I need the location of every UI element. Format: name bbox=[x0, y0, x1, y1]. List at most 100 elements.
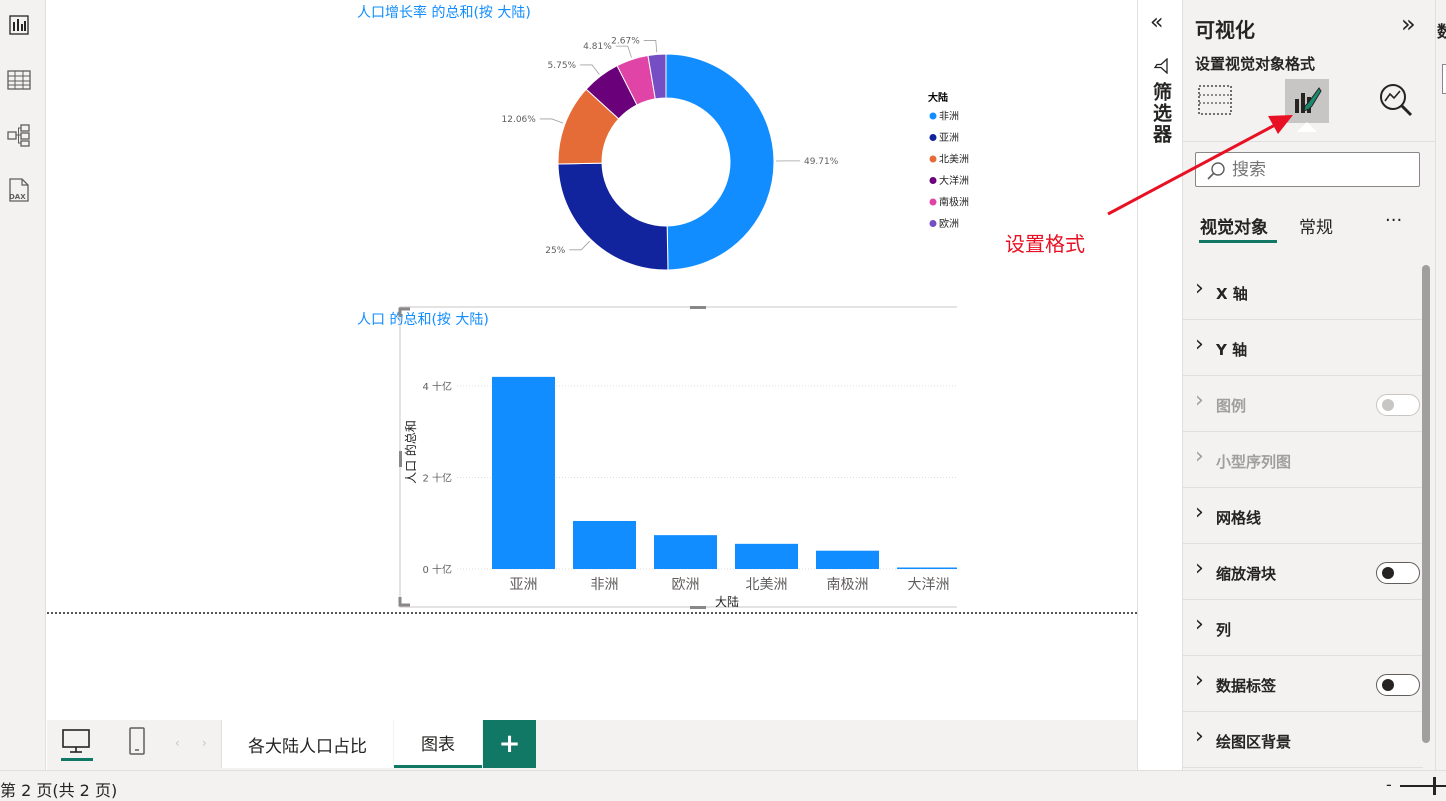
slice-leader-line bbox=[643, 40, 658, 53]
chevron-right-icon: › bbox=[1195, 276, 1204, 301]
page-tab-population-share[interactable]: 各大陆人口占比 bbox=[222, 720, 393, 768]
tab-visual[interactable]: 视觉对象 bbox=[1200, 213, 1268, 238]
add-page-button[interactable]: + bbox=[483, 720, 536, 768]
filter-pane-label[interactable]: 筛选器 bbox=[1148, 82, 1175, 145]
legend-marker bbox=[929, 177, 937, 184]
format-section-label: X 轴 bbox=[1216, 285, 1248, 303]
bar[interactable] bbox=[897, 567, 957, 570]
donut-chart-title: 人口增长率 的总和(按 大陆) bbox=[357, 5, 531, 21]
resize-handle[interactable] bbox=[398, 307, 410, 317]
x-category-label: 北美洲 bbox=[746, 577, 788, 593]
layout-active-indicator bbox=[61, 758, 93, 761]
chevron-right-icon: › bbox=[1195, 500, 1204, 525]
bar[interactable] bbox=[735, 543, 798, 569]
analytics-button[interactable] bbox=[1376, 80, 1416, 120]
toggle-knob bbox=[1382, 567, 1394, 579]
format-section-label: 绘图区背景 bbox=[1216, 733, 1292, 751]
section-toggle[interactable] bbox=[1376, 394, 1420, 416]
expand-pane-icon[interactable]: » bbox=[1401, 12, 1416, 36]
format-section[interactable]: › Y 轴 bbox=[1183, 320, 1423, 376]
bar[interactable] bbox=[573, 520, 636, 569]
desktop-layout-button[interactable] bbox=[61, 728, 93, 762]
format-section[interactable]: › 缩放滑块 bbox=[1183, 544, 1423, 600]
bar[interactable] bbox=[816, 550, 879, 569]
zoom-slider-thumb[interactable] bbox=[1433, 777, 1436, 795]
bar-chart[interactable]: 0 十亿 2 十亿 4 十亿亚洲 非洲 欧洲 北美洲 南极洲 大洋洲大陆 人口 的总和 bbox=[347, 300, 957, 610]
mobile-layout-button[interactable] bbox=[128, 727, 146, 759]
format-section[interactable]: › 数据标签 bbox=[1183, 656, 1423, 712]
page-tabs-bar: ‹ › 各大陆人口占比 图表 + bbox=[47, 720, 1137, 770]
format-visual-button[interactable] bbox=[1285, 79, 1329, 123]
data-pane-label[interactable]: 数 bbox=[1437, 18, 1446, 42]
pane-divider bbox=[1183, 141, 1435, 142]
report-view-icon[interactable] bbox=[6, 12, 32, 38]
section-toggle[interactable] bbox=[1376, 674, 1420, 696]
legend-item[interactable]: 大洋洲 bbox=[939, 174, 969, 187]
chevron-right-icon: › bbox=[1195, 668, 1204, 693]
toggle-knob bbox=[1382, 399, 1394, 411]
format-section-label: 网格线 bbox=[1216, 509, 1262, 527]
format-section-label: 数据标签 bbox=[1216, 677, 1277, 695]
format-section-label: Y 轴 bbox=[1216, 341, 1248, 359]
pane-scrollbar[interactable] bbox=[1422, 265, 1430, 743]
active-tab-underline bbox=[1199, 240, 1277, 243]
format-section[interactable]: › 小型序列图 bbox=[1183, 432, 1423, 488]
format-section[interactable]: › 图例 bbox=[1183, 376, 1423, 432]
format-section[interactable]: › X 轴 bbox=[1183, 264, 1423, 320]
table-view-icon[interactable] bbox=[6, 67, 32, 93]
format-section-label: 列 bbox=[1216, 621, 1232, 639]
bar[interactable] bbox=[492, 376, 555, 569]
filter-pane-collapsed[interactable]: « 筛选器 bbox=[1137, 0, 1183, 770]
resize-handle[interactable] bbox=[398, 597, 410, 607]
slice-data-label: 4.81% bbox=[583, 42, 612, 52]
bar[interactable] bbox=[654, 535, 717, 569]
search-input[interactable] bbox=[1232, 159, 1412, 181]
report-canvas: 人口增长率 的总和(按 大陆) 49.71% 25% 12.06% 5.75% 4.81… bbox=[47, 0, 1137, 720]
build-visual-button[interactable] bbox=[1195, 80, 1235, 120]
more-options-button[interactable]: ··· bbox=[1385, 210, 1402, 231]
slice-data-label: 12.06% bbox=[502, 115, 537, 125]
donut-slice[interactable] bbox=[557, 162, 669, 271]
legend-item[interactable]: 北美洲 bbox=[939, 153, 969, 166]
legend-item[interactable]: 亚洲 bbox=[939, 132, 959, 144]
chevron-right-icon: › bbox=[1195, 612, 1204, 637]
format-sections-list: › X 轴 › Y 轴 › 图例 › 小型序列图 › 网格线 › 缩放滑块 › 列 › 数据标签 › 绘图区背景 bbox=[1183, 264, 1423, 768]
next-page-icon[interactable]: › bbox=[202, 736, 207, 750]
resize-handle[interactable] bbox=[690, 606, 706, 609]
legend-item[interactable]: 南极洲 bbox=[939, 196, 969, 209]
zoom-slider[interactable] bbox=[1400, 785, 1446, 787]
section-toggle[interactable] bbox=[1376, 562, 1420, 584]
page-tab-charts[interactable]: 图表 bbox=[394, 720, 482, 768]
pane-title: 可视化 bbox=[1195, 18, 1255, 42]
x-category-label: 非洲 bbox=[591, 577, 619, 593]
resize-handle[interactable] bbox=[690, 306, 706, 309]
dax-query-icon[interactable]: DAX bbox=[6, 177, 32, 203]
format-section-label: 缩放滑块 bbox=[1216, 565, 1277, 583]
status-bar: 第 2 页(共 2 页) - bbox=[0, 770, 1446, 801]
legend-item[interactable]: 非洲 bbox=[939, 111, 959, 123]
slice-data-label: 49.71% bbox=[804, 157, 839, 167]
resize-handle[interactable] bbox=[399, 451, 402, 467]
x-category-label: 亚洲 bbox=[510, 577, 538, 593]
model-view-icon[interactable] bbox=[6, 122, 32, 148]
prev-page-icon[interactable]: ‹ bbox=[175, 736, 180, 750]
collapse-filter-icon[interactable]: « bbox=[1150, 12, 1163, 34]
chevron-right-icon: › bbox=[1195, 724, 1204, 749]
chevron-right-icon: › bbox=[1195, 388, 1204, 413]
y-tick-label: 4 十亿 bbox=[422, 380, 452, 393]
search-box[interactable] bbox=[1195, 152, 1420, 187]
format-section[interactable]: › 网格线 bbox=[1183, 488, 1423, 544]
format-section[interactable]: › 列 bbox=[1183, 600, 1423, 656]
tab-general[interactable]: 常规 bbox=[1299, 213, 1333, 238]
legend-marker bbox=[929, 198, 937, 206]
legend-marker bbox=[929, 112, 937, 120]
y-tick-label: 2 十亿 bbox=[422, 472, 452, 485]
legend-title: 大陆 bbox=[928, 91, 948, 104]
data-pane-collapsed[interactable]: 数 bbox=[1435, 0, 1446, 770]
x-axis-title: 大陆 bbox=[715, 594, 739, 609]
legend-item[interactable]: 欧洲 bbox=[939, 218, 959, 230]
format-section[interactable]: › 绘图区背景 bbox=[1183, 712, 1423, 768]
donut-chart[interactable]: 49.71% 25% 12.06% 5.75% 4.81%2.67% 大陆非洲亚洲北美洲大… bbox=[447, 25, 1047, 305]
donut-slice[interactable] bbox=[665, 53, 775, 271]
zoom-out-button[interactable]: - bbox=[1386, 775, 1392, 794]
